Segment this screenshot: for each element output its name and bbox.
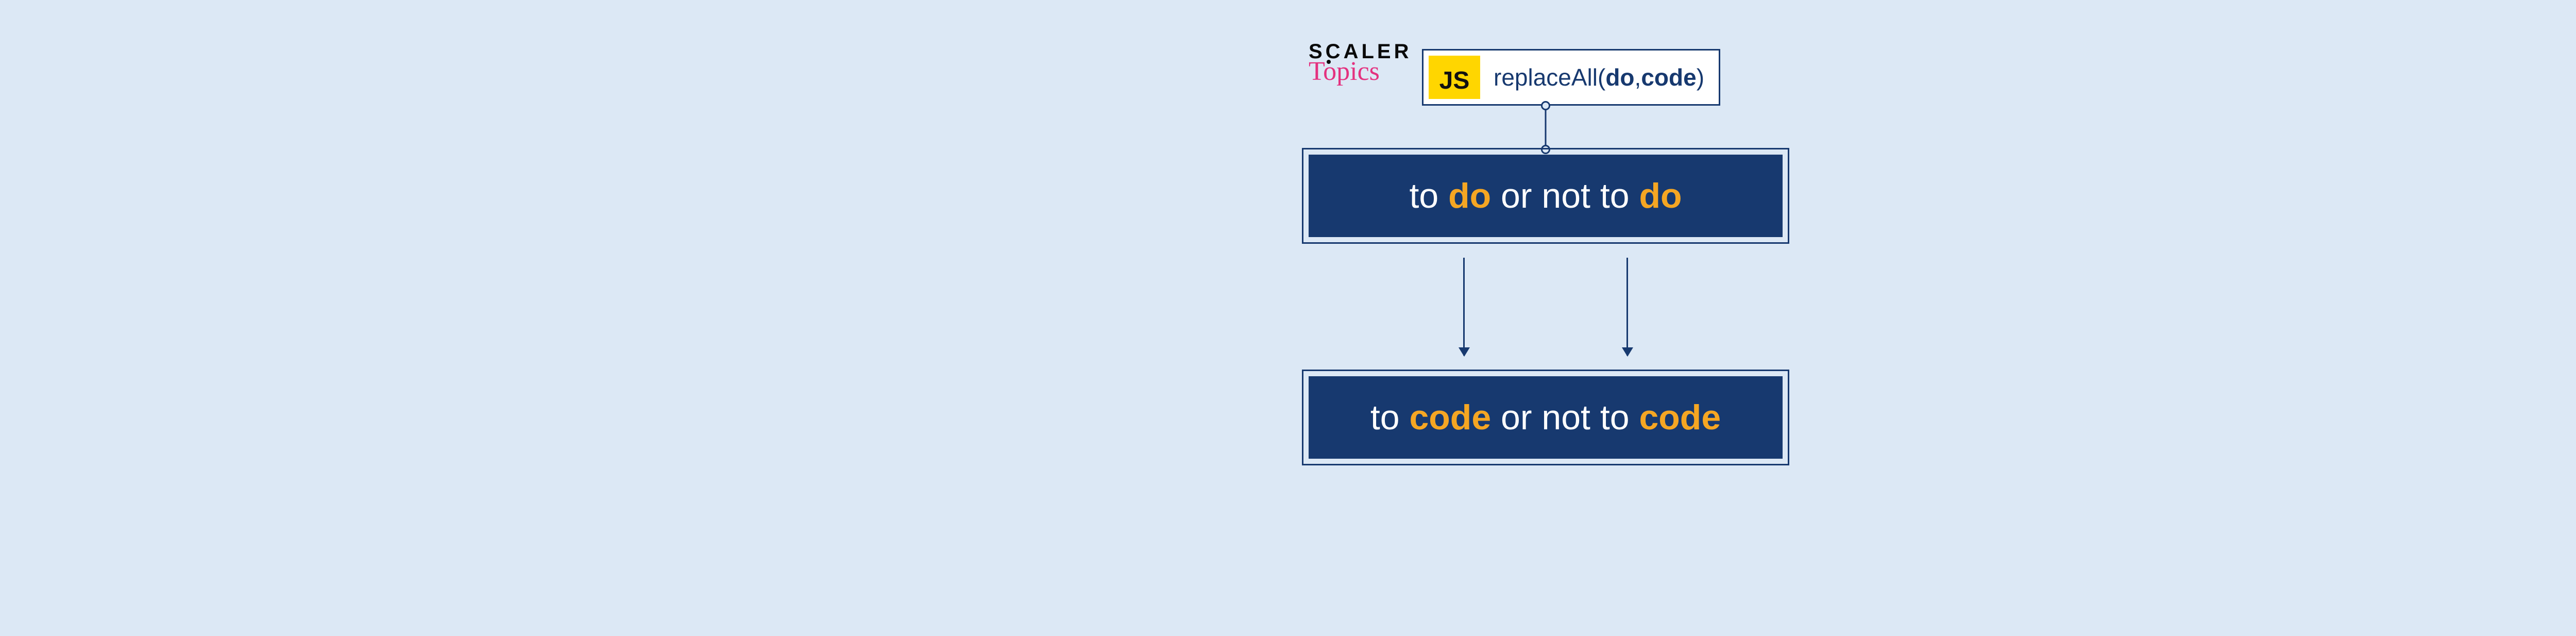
arrow-down-icon: [1626, 258, 1628, 356]
logo-text-bottom: Topics: [1309, 61, 1412, 82]
logo-dot-icon: [1327, 60, 1331, 64]
fn-sep: ,: [1635, 63, 1641, 91]
text-segment: or not to: [1491, 176, 1639, 215]
connector-circle-icon: [1541, 145, 1550, 154]
input-string-box: to do or not to do: [1309, 155, 1783, 237]
output-string-box: to code or not to code: [1309, 376, 1783, 459]
function-call-text: replaceAll(do , code): [1485, 51, 1719, 104]
text-segment: to: [1409, 176, 1448, 215]
text-segment: to: [1370, 398, 1410, 437]
output-string-text: to code or not to code: [1370, 397, 1721, 438]
paren-close: ): [1697, 63, 1704, 91]
input-string-text: to do or not to do: [1409, 176, 1682, 216]
highlight-word: do: [1448, 176, 1491, 215]
js-badge-icon: JS: [1429, 56, 1480, 99]
highlight-word: code: [1409, 398, 1491, 437]
vertical-line-icon: [1545, 106, 1547, 149]
scaler-topics-logo: SCALER Topics: [1309, 41, 1412, 82]
function-call-box: JS replaceAll(do , code): [1422, 49, 1720, 106]
transform-arrows: [1309, 247, 1783, 366]
fn-arg2: code: [1641, 63, 1696, 91]
fn-arg1: do: [1605, 63, 1634, 91]
diagram-canvas: SCALER Topics JS replaceAll(do , code) t…: [1082, 0, 2009, 636]
arrow-down-icon: [1463, 258, 1465, 356]
highlight-word: code: [1639, 398, 1721, 437]
connector-circle-icon: [1541, 101, 1550, 110]
paren-open: (: [1598, 63, 1605, 91]
text-segment: or not to: [1491, 398, 1639, 437]
fn-name: replaceAll: [1494, 63, 1598, 91]
highlight-word: do: [1639, 176, 1682, 215]
